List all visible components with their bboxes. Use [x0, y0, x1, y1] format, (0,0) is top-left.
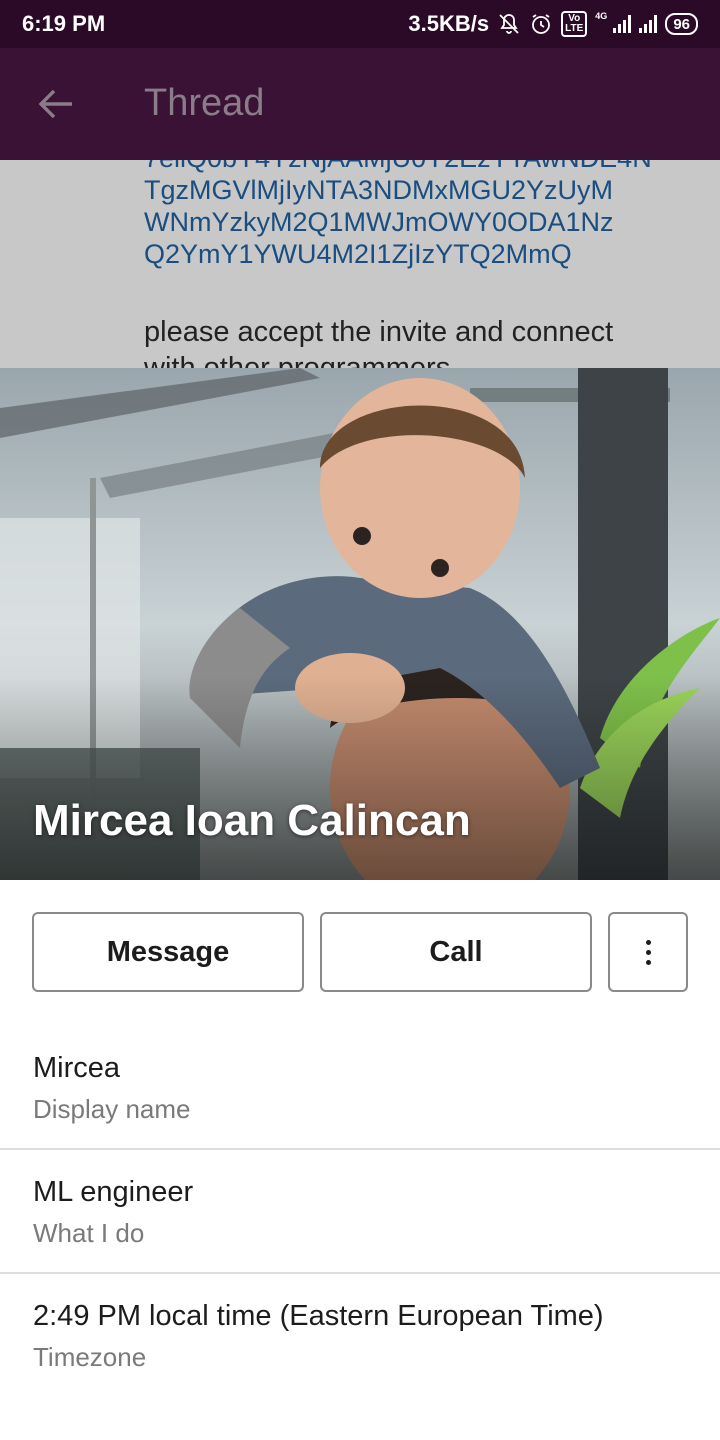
message-line: please accept the invite and connect [144, 316, 614, 348]
status-time: 6:19 PM [22, 11, 106, 36]
profile-name: Mircea Ioan Calincan [33, 796, 471, 845]
signal-icon [639, 15, 658, 33]
call-button[interactable]: Call [320, 912, 592, 992]
volte-icon: Vo LTE [561, 11, 588, 37]
display-name-field: Mircea Display name [0, 1052, 720, 1176]
alarm-icon [529, 12, 553, 36]
signal-icon [613, 15, 632, 33]
link-line: Q2YmY1YWU4M2I1ZjIzYTQ2MmQ [144, 239, 572, 269]
what-i-do-value: ML engineer [33, 1176, 194, 1208]
timezone-value: 2:49 PM local time (Eastern European Tim… [33, 1300, 604, 1332]
arrow-left-icon [38, 89, 72, 119]
thread-background: 7ellQ0bY4YzNjAAMjU0Y2EzYTAwNDE4N TgzMGVl… [0, 160, 720, 370]
back-button[interactable] [36, 86, 76, 122]
timezone-field: 2:49 PM local time (Eastern European Tim… [0, 1300, 720, 1424]
message-button[interactable]: Message [32, 912, 304, 992]
link-line: TgzMGVlMjIyNTA3NDMxMGU2YzUyM [144, 175, 614, 205]
mute-bell-icon [497, 12, 521, 36]
page-title: Thread [144, 82, 265, 124]
message-text: please accept the invite and connect wit… [144, 314, 684, 370]
what-i-do-label: What I do [33, 1218, 145, 1248]
status-bar: 6:19 PM 3.5KB/s Vo LTE 4G 96 [0, 0, 720, 48]
divider [0, 1148, 720, 1150]
battery-icon: 96 [665, 13, 698, 35]
invite-link[interactable]: 7ellQ0bY4YzNjAAMjU0Y2EzYTAwNDE4N TgzMGVl… [144, 160, 684, 270]
network-speed: 3.5KB/s [408, 11, 490, 36]
link-line: WNmYzkyM2Q1MWJmOWY0ODA1Nz [144, 207, 614, 237]
more-options-button[interactable] [608, 912, 688, 992]
link-line: 7ellQ0bY4YzNjAAMjU0Y2EzYTAwNDE4N [144, 160, 684, 174]
battery-level: 96 [673, 15, 690, 33]
profile-sheet: Message Call Mircea Display name ML engi… [0, 880, 720, 1440]
status-icons: 3.5KB/s Vo LTE 4G 96 [408, 11, 698, 37]
what-i-do-field: ML engineer What I do [0, 1176, 720, 1300]
more-vertical-icon [645, 939, 651, 965]
display-name-value: Mircea [33, 1052, 121, 1084]
network-type-label: 4G [595, 11, 608, 21]
timezone-label: Timezone [33, 1342, 147, 1372]
display-name-label: Display name [33, 1094, 191, 1124]
app-header: Thread [0, 48, 720, 160]
message-line: with other programmers [144, 352, 451, 370]
divider [0, 1272, 720, 1274]
